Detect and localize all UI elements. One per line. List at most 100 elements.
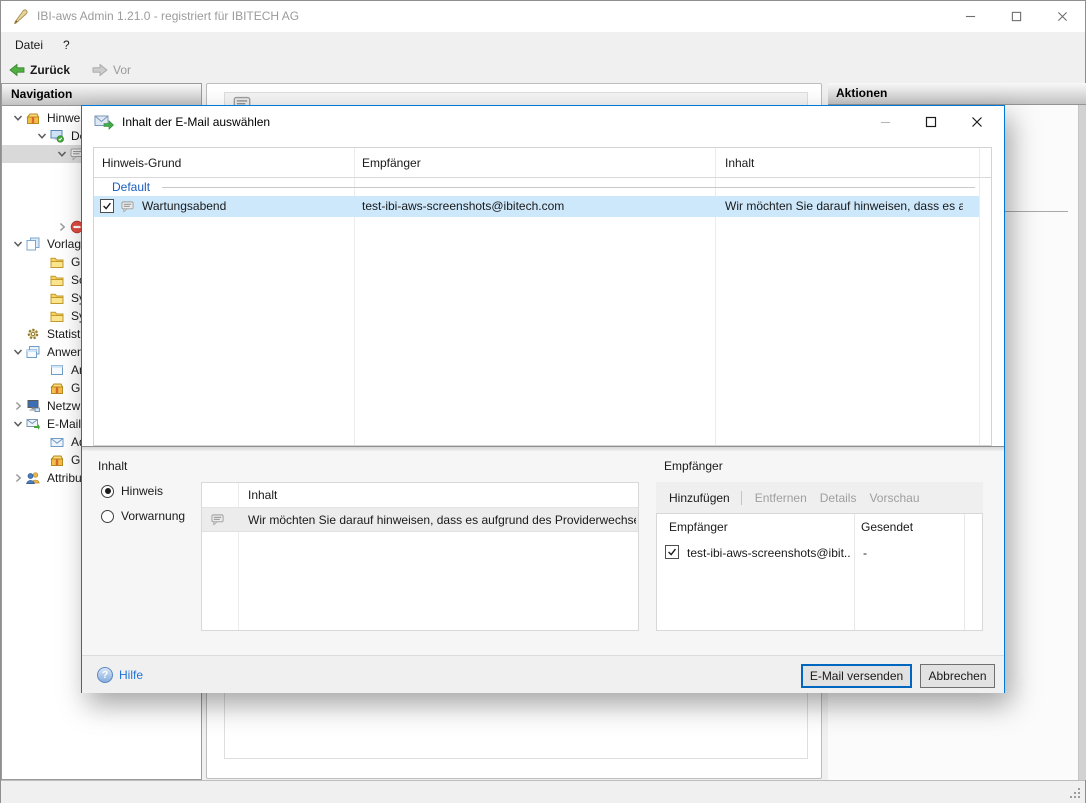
tree-item-vorlagen[interactable]: Vorlag — [2, 235, 81, 253]
cell-empfaenger: test-ibi-aws-screenshots@ibit... — [687, 546, 851, 560]
dialog-bottom-area: Inhalt Hinweis Vorwarnung Inhalt Wir möc… — [82, 451, 1004, 655]
maximize-button[interactable] — [993, 1, 1039, 32]
entfernen-button[interactable]: Entfernen — [755, 491, 807, 505]
tree-item-hinweise[interactable]: Hinwe — [2, 109, 80, 127]
column-separator[interactable] — [854, 514, 855, 630]
chevron-down-icon[interactable] — [10, 238, 26, 250]
tree-item-label: Anwen — [47, 345, 84, 359]
tree-item-statistik[interactable]: Statisti — [2, 325, 83, 343]
tree-item-folder-2[interactable]: Sch — [2, 271, 92, 289]
tree-item-label: Netzw — [47, 399, 81, 413]
help-link[interactable]: ? Hilfe — [97, 656, 143, 694]
tree-item-selected-note[interactable] — [2, 145, 91, 163]
dialog-title-bar: Inhalt der E-Mail auswählen — [82, 106, 1004, 138]
empfaenger-table: Empfänger Gesendet test-ibi-aws-screensh… — [656, 513, 983, 631]
column-header-empfaenger[interactable]: Empfänger — [669, 514, 728, 540]
tree-item-anwendung[interactable]: An — [2, 361, 86, 379]
tree-item-blocked[interactable] — [2, 218, 91, 236]
row-checkbox[interactable] — [665, 545, 679, 559]
empfaenger-toolbar: Hinzufügen Entfernen Details Vorschau — [656, 482, 983, 513]
radio-label: Hinweis — [121, 484, 164, 498]
tree-item-gruppen-2[interactable]: Gr — [2, 451, 84, 469]
chevron-down-icon[interactable] — [10, 346, 26, 358]
radio-label: Vorwarnung — [121, 509, 186, 523]
vorschau-button[interactable]: Vorschau — [869, 491, 919, 505]
column-header-empfaenger[interactable]: Empfänger — [362, 148, 421, 178]
tree-item-email[interactable]: E-Mail — [2, 415, 81, 433]
chevron-down-icon[interactable] — [10, 418, 26, 430]
inhalt-group-label: Inhalt — [98, 459, 128, 473]
tree-item-folder-3[interactable]: Sy — [2, 289, 85, 307]
folder-icon — [50, 309, 67, 323]
check-icon — [666, 546, 678, 558]
details-button[interactable]: Details — [820, 491, 857, 505]
package-icon — [50, 381, 67, 395]
resize-grip-icon[interactable] — [1068, 786, 1082, 800]
cell-gesendet: - — [863, 546, 867, 560]
tree-item-folder-1[interactable]: Gl — [2, 253, 83, 271]
inhalt-table-row[interactable]: Wir möchten Sie darauf hinweisen, dass e… — [202, 508, 638, 532]
chevron-right-icon[interactable] — [10, 472, 26, 484]
back-button[interactable]: Zurück — [9, 63, 70, 77]
dialog-footer: ? Hilfe E-Mail versenden Abbrechen — [82, 655, 1004, 693]
tree-item-adressen[interactable]: Ad — [2, 433, 86, 451]
users-icon — [26, 471, 43, 485]
back-arrow-icon — [9, 63, 25, 77]
menu-datei[interactable]: Datei — [15, 38, 43, 52]
package-icon — [50, 453, 67, 467]
window-title: IBI-aws Admin 1.21.0 - registriert für I… — [37, 9, 300, 23]
title-bar: IBI-aws Admin 1.21.0 - registriert für I… — [1, 1, 1085, 32]
tree-item-label: Hinwe — [47, 111, 81, 125]
column-header-hinweis-grund[interactable]: Hinweis-Grund — [102, 148, 181, 178]
row-checkbox[interactable] — [100, 199, 114, 213]
tree-item-netzwerk[interactable]: Netzw — [2, 397, 80, 415]
empfaenger-table-row[interactable]: test-ibi-aws-screenshots@ibit... - — [657, 542, 982, 564]
cancel-button[interactable]: Abbrechen — [920, 664, 995, 688]
grid-row-wartungsabend[interactable]: Wartungsabend test-ibi-aws-screenshots@i… — [94, 196, 979, 217]
tree-item-gruppen-1[interactable]: Gr — [2, 379, 84, 397]
envelope-icon — [50, 435, 67, 449]
tree-item-label: Attribu — [47, 471, 82, 485]
column-header-gesendet[interactable]: Gesendet — [861, 514, 913, 540]
tree-item-folder-4[interactable]: Sy — [2, 307, 85, 325]
forward-button[interactable]: Vor — [92, 63, 131, 77]
dialog-maximize-button[interactable] — [908, 106, 954, 138]
gear-icon — [26, 327, 43, 341]
close-button[interactable] — [1039, 1, 1085, 32]
chevron-right-icon[interactable] — [54, 221, 70, 233]
cell-hinweis-grund: Wartungsabend — [142, 199, 227, 213]
send-email-button[interactable]: E-Mail versenden — [801, 664, 912, 688]
column-separator — [964, 514, 965, 630]
minimize-button[interactable] — [947, 1, 993, 32]
chevron-down-icon[interactable] — [10, 112, 26, 124]
radio-button-selected[interactable] — [101, 484, 114, 498]
chevron-down-icon[interactable] — [54, 148, 70, 160]
dialog-close-button[interactable] — [954, 106, 1000, 138]
status-bar — [1, 780, 1085, 803]
radio-button[interactable] — [101, 509, 114, 523]
column-header-inhalt[interactable]: Inhalt — [248, 483, 277, 508]
tree-item-default[interactable]: De — [2, 127, 86, 145]
dialog-minimize-button[interactable] — [862, 106, 908, 138]
tree-item-attribute[interactable]: Attribu — [2, 469, 82, 487]
email-grid: Hinweis-Grund Empfänger Inhalt Default W… — [93, 147, 992, 446]
tree-item-anwendungen[interactable]: Anwen — [2, 343, 84, 361]
folder-icon — [50, 273, 67, 287]
inhalt-table: Inhalt Wir möchten Sie darauf hinweisen,… — [201, 482, 639, 631]
hinzufuegen-button[interactable]: Hinzufügen — [669, 491, 730, 505]
group-row-default[interactable]: Default — [94, 178, 979, 196]
radio-hinweis[interactable]: Hinweis — [101, 484, 163, 498]
menu-help[interactable]: ? — [63, 38, 70, 52]
folder-icon — [50, 291, 67, 305]
app-icon — [12, 8, 30, 26]
column-header-inhalt[interactable]: Inhalt — [725, 148, 754, 178]
email-content-dialog: Inhalt der E-Mail auswählen Hinweis-Grun… — [81, 105, 1005, 693]
inhalt-table-header: Inhalt — [202, 483, 638, 508]
mail-send-icon — [94, 114, 114, 130]
templates-icon — [26, 237, 43, 251]
radio-vorwarnung[interactable]: Vorwarnung — [101, 509, 185, 523]
chevron-down-icon[interactable] — [34, 130, 50, 142]
tree-item-label: Vorlag — [47, 237, 82, 251]
chevron-right-icon[interactable] — [10, 400, 26, 412]
separator — [740, 490, 742, 505]
